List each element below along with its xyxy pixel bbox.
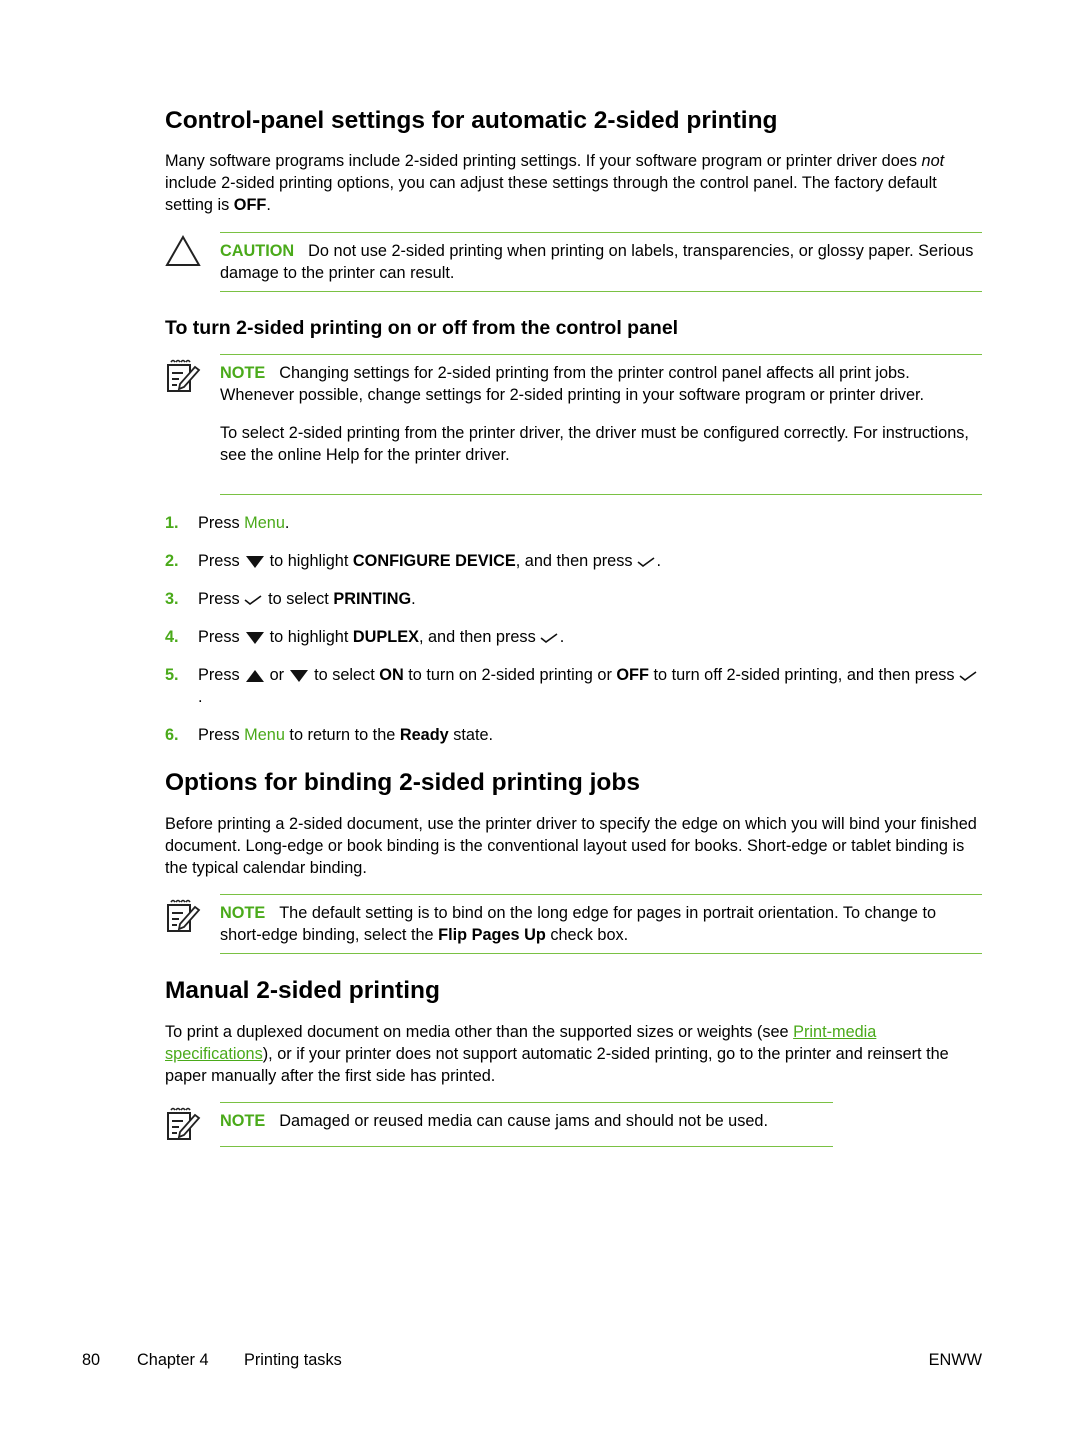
divider xyxy=(220,291,982,292)
caution-box: CAUTION Do not use 2-sided printing when … xyxy=(220,242,974,282)
section-intro-control-panel: Many software programs include 2-sided p… xyxy=(165,152,945,214)
divider xyxy=(220,1146,833,1147)
checkmark-icon xyxy=(959,671,977,681)
section-title-manual: Manual 2-sided printing xyxy=(165,977,440,1004)
note-box: NOTE The default setting is to bind on th… xyxy=(220,904,937,944)
page-number: 80 xyxy=(82,1351,101,1369)
footer-section: Printing tasks xyxy=(244,1351,342,1369)
section-intro-binding: Before printing a 2-sided document, use … xyxy=(165,815,977,877)
down-arrow-icon xyxy=(245,555,264,568)
note-box: NOTE Damaged or reused media can cause ja… xyxy=(220,1112,768,1130)
caution-label: CAUTION xyxy=(220,242,295,260)
note-label: NOTE xyxy=(220,1112,266,1130)
note-pencil-icon xyxy=(167,1107,200,1140)
checkmark-icon xyxy=(637,557,654,567)
divider xyxy=(220,953,982,954)
note-label: NOTE xyxy=(220,904,266,922)
down-arrow-icon xyxy=(245,631,264,644)
section-title-binding: Options for binding 2-sided printing job… xyxy=(165,769,640,796)
divider xyxy=(220,354,982,355)
divider xyxy=(220,494,982,495)
subsection-title: To turn 2-sided printing on or off from … xyxy=(165,317,679,339)
warning-triangle-icon xyxy=(165,234,201,266)
divider xyxy=(220,894,982,895)
menu-button-ref: Menu xyxy=(244,514,285,532)
note-label: NOTE xyxy=(220,364,266,382)
footer-chapter: Chapter 4 xyxy=(137,1351,209,1369)
checkmark-icon xyxy=(540,633,558,643)
down-arrow-icon xyxy=(290,669,309,682)
divider xyxy=(220,1102,833,1103)
divider xyxy=(220,232,982,233)
section-intro-manual: To print a duplexed document on media ot… xyxy=(165,1023,949,1085)
up-arrow-icon xyxy=(245,669,264,682)
note-box: NOTE Changing settings for 2-sided printi… xyxy=(220,364,969,464)
section-title-control-panel: Control-panel settings for automatic 2-s… xyxy=(165,107,778,134)
note-pencil-icon xyxy=(167,899,200,932)
menu-button-ref: Menu xyxy=(244,726,285,744)
checkmark-icon xyxy=(244,595,262,605)
footer-locale: ENWW xyxy=(928,1351,982,1369)
note-pencil-icon xyxy=(167,359,200,392)
